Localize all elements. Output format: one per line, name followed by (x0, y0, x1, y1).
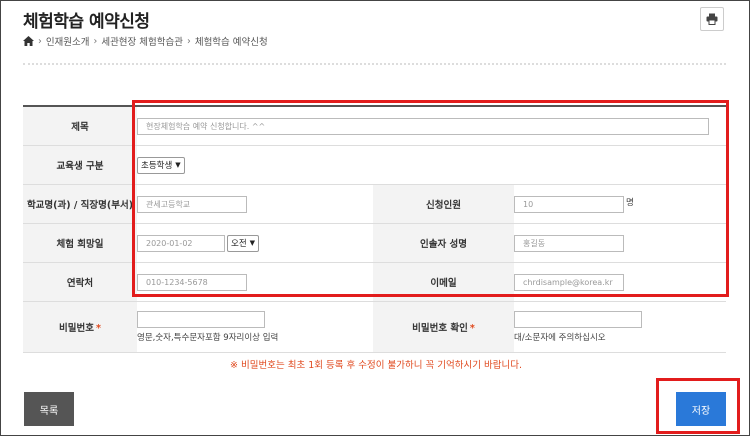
time-select[interactable]: 오전 ▼ (227, 234, 260, 252)
student-type-label: 교육생 구분 (23, 145, 137, 185)
password-confirm-input[interactable] (514, 311, 642, 328)
password-notice: ※ 비밀번호는 최초 1회 등록 후 수정이 불가하니 꼭 기억하시기 바랍니다… (230, 360, 522, 371)
applicants-label: 신청인원 (373, 184, 514, 224)
breadcrumb-item[interactable]: 인재원소개 (46, 34, 90, 48)
form-row-student-type: 교육생 구분 초등학생 ▼ (23, 145, 727, 185)
save-button[interactable]: 저장 (676, 392, 726, 426)
password-confirm-hint: 대/소문자에 주의하십시오 (514, 333, 606, 343)
form-row-visit-date: 체험 희망일 2020-01-02 오전 ▼ 인솔자 성명 홍길동 (23, 223, 727, 263)
applicants-input[interactable]: 10 (514, 195, 624, 213)
print-button[interactable] (700, 7, 724, 31)
breadcrumb-item[interactable]: 세관현장 체험학습관 (101, 34, 183, 48)
form-row-password: 비밀번호 * 영문,숫자,특수문자포함 9자리이상 입력 비밀번호 확인 * 대/소… (23, 301, 727, 353)
leader-label: 인솔자 성명 (373, 223, 514, 263)
phone-label: 연락처 (23, 262, 137, 302)
form-row-subject: 제목 현장체험학습 예약 신청합니다. ^^ (23, 105, 727, 146)
email-input[interactable]: chrdisample@korea.kr (514, 273, 624, 291)
divider (23, 63, 726, 65)
leader-input[interactable]: 홍길동 (514, 234, 624, 252)
password-confirm-label: 비밀번호 확인 * (373, 301, 514, 353)
required-mark: * (469, 323, 475, 334)
subject-label: 제목 (23, 105, 137, 146)
breadcrumb: › 인재원소개 › 세관현장 체험학습관 › 체험학습 예약신청 (23, 34, 268, 48)
required-mark: * (96, 323, 101, 334)
school-input[interactable]: 관세고등학교 (137, 195, 247, 213)
password-input[interactable] (137, 311, 265, 328)
applicants-unit: 명 (626, 197, 634, 208)
visit-date-input[interactable]: 2020-01-02 (137, 234, 225, 252)
chevron-down-icon: ▼ (175, 161, 181, 169)
student-type-select[interactable]: 초등학생 ▼ (137, 156, 185, 174)
list-button[interactable]: 목록 (24, 392, 74, 426)
home-icon[interactable] (23, 36, 34, 46)
printer-icon (706, 13, 718, 25)
visit-date-label: 체험 희망일 (23, 223, 137, 263)
form-row-school: 학교명(과) / 직장명(부서) 관세고등학교 신청인원 10 명 (23, 184, 727, 224)
password-hint: 영문,숫자,특수문자포함 9자리이상 입력 (137, 333, 279, 343)
password-label: 비밀번호 * (23, 301, 137, 353)
chevron-down-icon: ▼ (249, 239, 256, 247)
phone-input[interactable]: 010-1234-5678 (137, 273, 247, 291)
subject-input[interactable]: 현장체험학습 예약 신청합니다. ^^ (137, 117, 709, 135)
email-label: 이메일 (373, 262, 514, 302)
form-row-contact: 연락처 010-1234-5678 이메일 chrdisample@korea.… (23, 262, 727, 302)
breadcrumb-item[interactable]: 체험학습 예약신청 (195, 34, 268, 48)
page-title: 체험학습 예약신청 (23, 12, 150, 32)
school-label: 학교명(과) / 직장명(부서) (23, 184, 137, 224)
reservation-form: 제목 현장체험학습 예약 신청합니다. ^^ 교육생 구분 초등학생 ▼ 학교명(… (23, 105, 727, 353)
